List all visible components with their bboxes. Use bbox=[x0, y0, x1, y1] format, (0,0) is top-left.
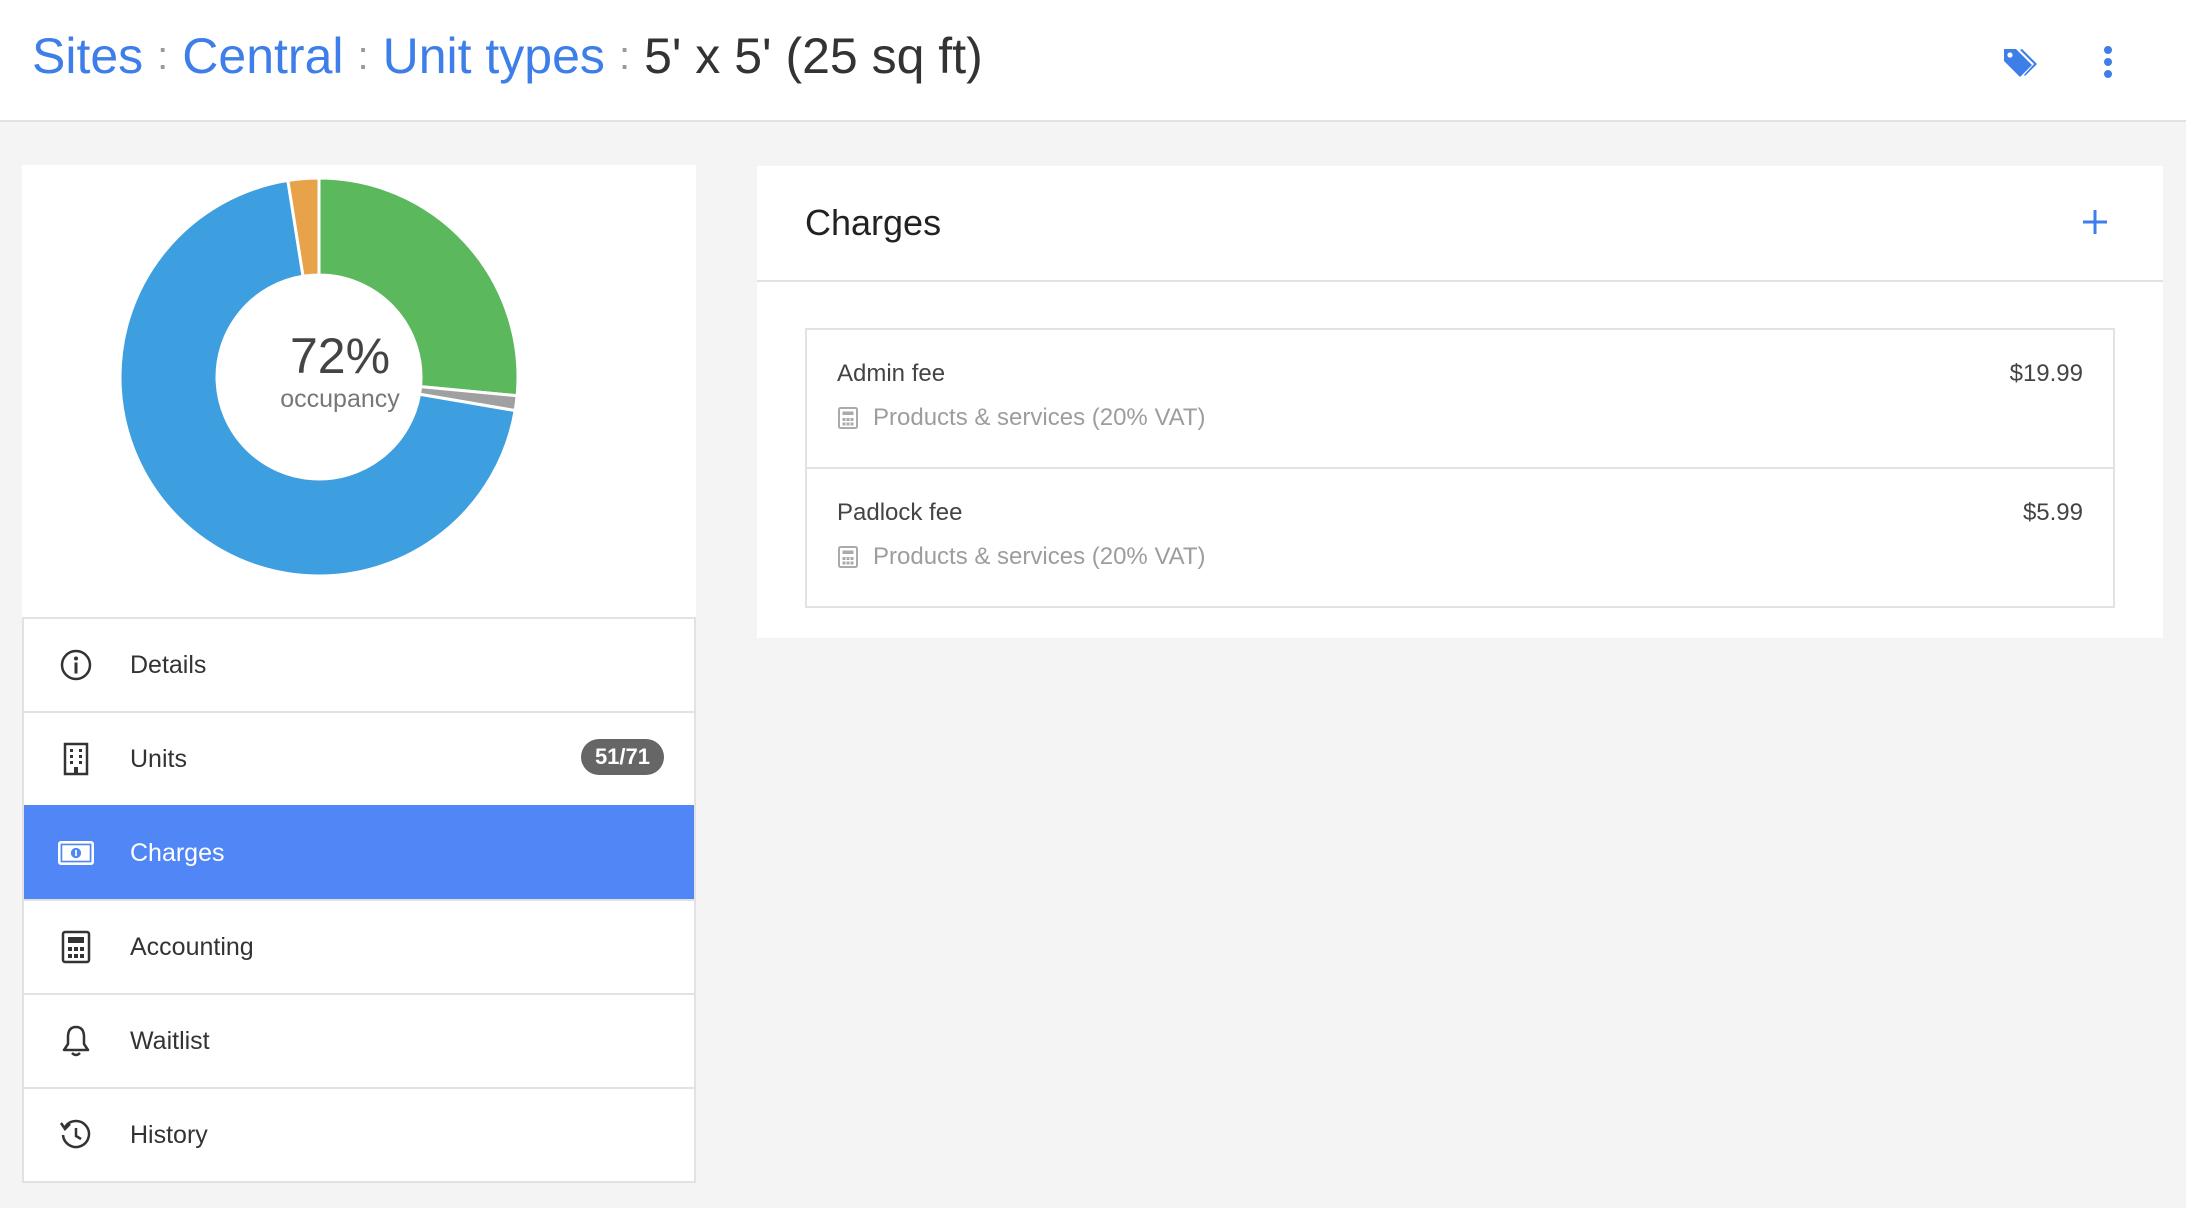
charge-list: Admin fee $19.99 Products & services (20… bbox=[805, 328, 2115, 608]
info-icon bbox=[58, 647, 94, 683]
nav-item-units[interactable]: Units 51/71 bbox=[24, 711, 694, 805]
charge-category-label: Products & services (20% VAT) bbox=[873, 543, 1206, 570]
breadcrumb-sites-link[interactable]: Sites bbox=[32, 28, 143, 84]
charge-name: Admin fee bbox=[837, 360, 946, 387]
tag-icon[interactable] bbox=[2000, 40, 2044, 84]
top-bar: Sites: Central: Unit types:5' x 5' (25 sq … bbox=[0, 0, 2186, 122]
breadcrumb-separator: : bbox=[157, 34, 169, 78]
charges-title: Charges bbox=[805, 202, 942, 243]
charges-card-header: Charges bbox=[757, 166, 2163, 282]
nav-item-label: Charges bbox=[130, 838, 225, 867]
nav-item-charges[interactable]: Charges bbox=[24, 805, 694, 899]
calculator-icon bbox=[837, 406, 861, 430]
nav-item-history[interactable]: History bbox=[24, 1087, 694, 1181]
more-vertical-icon[interactable] bbox=[2086, 40, 2130, 84]
cash-icon bbox=[58, 835, 94, 871]
nav-item-label: History bbox=[130, 1120, 208, 1149]
occupancy-label: occupancy bbox=[280, 385, 400, 413]
units-count-badge: 51/71 bbox=[580, 739, 664, 775]
plus-icon bbox=[2083, 210, 2107, 234]
nav-item-waitlist[interactable]: Waitlist bbox=[24, 993, 694, 1087]
add-charge-button[interactable] bbox=[2077, 204, 2113, 240]
history-icon bbox=[58, 1117, 94, 1153]
occupancy-percent: 72% bbox=[289, 328, 391, 384]
charge-row-admin-fee[interactable]: Admin fee $19.99 Products & services (20… bbox=[807, 330, 2113, 467]
nav-item-accounting[interactable]: Accounting bbox=[24, 899, 694, 993]
charge-name: Padlock fee bbox=[837, 499, 963, 526]
breadcrumb-current: 5' x 5' (25 sq ft) bbox=[644, 28, 983, 84]
left-panel: 72% occupancy Details Units 51/71 Charge… bbox=[22, 165, 696, 1183]
nav-item-label: Accounting bbox=[130, 932, 254, 961]
charge-category: Products & services (20% VAT) bbox=[837, 543, 1206, 571]
charge-amount: $19.99 bbox=[2009, 360, 2083, 387]
nav-item-label: Details bbox=[130, 650, 207, 679]
charge-category: Products & services (20% VAT) bbox=[837, 404, 1206, 432]
nav-item-label: Units bbox=[130, 744, 187, 773]
building-icon bbox=[58, 741, 94, 777]
calculator-icon bbox=[58, 929, 94, 965]
side-nav: Details Units 51/71 Charges Accounting W… bbox=[22, 617, 696, 1183]
occupancy-card: 72% occupancy bbox=[22, 165, 696, 617]
charges-card: Charges Admin fee $19.99 Products & serv… bbox=[757, 166, 2163, 638]
nav-item-label: Waitlist bbox=[130, 1026, 210, 1055]
bell-icon bbox=[58, 1023, 94, 1059]
breadcrumb-separator: : bbox=[618, 34, 631, 78]
breadcrumb-site-link[interactable]: Central bbox=[182, 28, 343, 84]
breadcrumb-separator: : bbox=[357, 34, 369, 78]
charge-category-label: Products & services (20% VAT) bbox=[873, 404, 1206, 431]
charge-row-padlock-fee[interactable]: Padlock fee $5.99 Products & services (2… bbox=[807, 467, 2113, 606]
calculator-icon bbox=[837, 545, 861, 569]
nav-item-details[interactable]: Details bbox=[24, 617, 694, 711]
breadcrumb: Sites: Central: Unit types:5' x 5' (25 sq … bbox=[32, 24, 983, 92]
charge-amount: $5.99 bbox=[2022, 499, 2083, 526]
breadcrumb-unit-types-link[interactable]: Unit types bbox=[383, 28, 605, 84]
